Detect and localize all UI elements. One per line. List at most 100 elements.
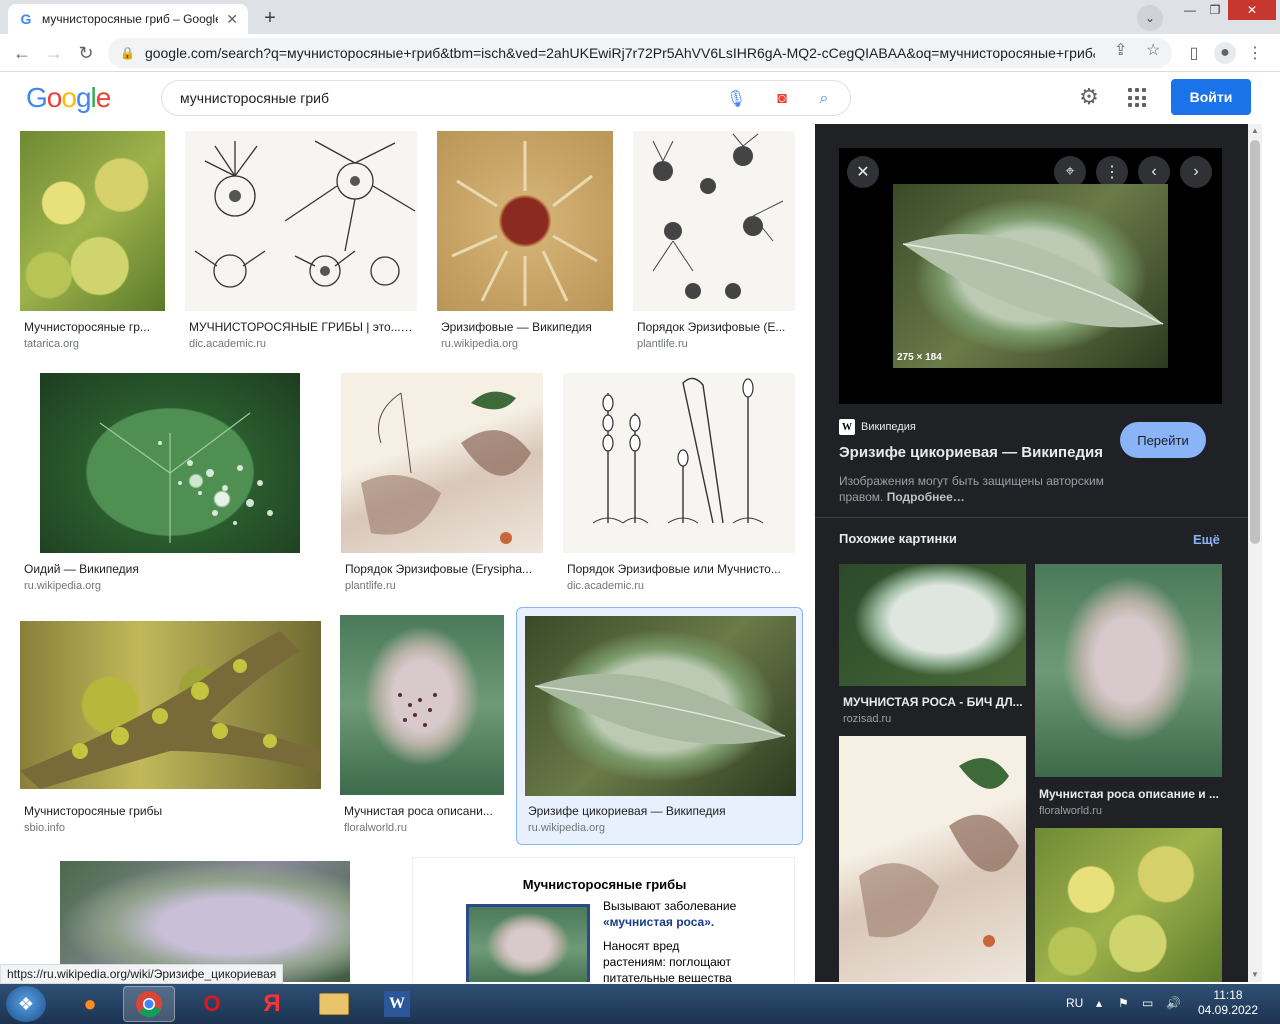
- mildew-spots-illustration: [398, 693, 437, 727]
- search-icon[interactable]: ⌕: [814, 89, 834, 109]
- search-box[interactable]: 🎙 ◙ ⌕: [161, 80, 851, 116]
- result-thumbnail[interactable]: [20, 621, 321, 789]
- copyright-text: Изображения могут быть защищены авторски…: [839, 474, 1104, 504]
- chrome-menu-icon[interactable]: ⋮: [1244, 42, 1266, 64]
- result-card[interactable]: Эризифовые — Википедия ru.wikipedia.org: [437, 131, 613, 356]
- similar-image[interactable]: [1035, 564, 1222, 777]
- url-text[interactable]: google.com/search?q=мучнисторосяные+гриб…: [145, 45, 1095, 61]
- similar-image[interactable]: [839, 736, 1026, 982]
- volume-icon[interactable]: 🔊: [1166, 996, 1181, 1010]
- sign-in-button[interactable]: Войти: [1171, 79, 1251, 115]
- result-thumbnail[interactable]: [340, 615, 504, 795]
- result-caption[interactable]: Порядок Эризифовые (Erysipha...: [345, 562, 539, 576]
- result-thumbnail[interactable]: [40, 373, 300, 553]
- firefox-icon[interactable]: ●: [64, 986, 116, 1022]
- share-icon[interactable]: ⇪: [1114, 40, 1127, 60]
- new-tab-button[interactable]: +: [256, 4, 284, 32]
- forward-arrow-icon[interactable]: →: [40, 39, 68, 67]
- action-center-flag-icon[interactable]: ⚑: [1118, 996, 1129, 1010]
- result-caption[interactable]: Мучнисторосяные грибы: [24, 804, 317, 818]
- result-thumbnail[interactable]: [20, 131, 165, 311]
- result-source: plantlife.ru: [637, 338, 688, 350]
- result-caption[interactable]: Порядок Эризифовые (E...: [637, 320, 791, 334]
- close-icon[interactable]: ✕: [847, 156, 879, 188]
- restore-button[interactable]: ❐: [1203, 0, 1227, 20]
- microphone-icon[interactable]: 🎙: [726, 89, 746, 109]
- browser-tab[interactable]: G мучнисторосяные гриб – Google ✕: [8, 4, 248, 34]
- more-similar-link[interactable]: Ещё: [1193, 532, 1220, 547]
- word-icon[interactable]: W: [371, 986, 423, 1022]
- result-thumbnail[interactable]: [525, 616, 796, 796]
- fungi-sketch-illustration: [652, 133, 784, 299]
- microscope-fruiting-body-illustration: [451, 141, 598, 306]
- tab-search-chevron-icon[interactable]: ⌄: [1137, 5, 1163, 31]
- language-indicator[interactable]: RU: [1066, 996, 1083, 1010]
- preview-image[interactable]: [893, 184, 1168, 368]
- similar-image[interactable]: [839, 564, 1026, 686]
- result-caption[interactable]: Оидий — Википедия: [24, 562, 317, 576]
- similar-source: floralworld.ru: [1039, 805, 1102, 817]
- reload-icon[interactable]: ↻: [72, 39, 100, 67]
- result-card[interactable]: МУЧНИСТОРОСЯНЫЕ ГРИБЫ | это... ... dic.a…: [185, 131, 417, 356]
- result-card[interactable]: Порядок Эризифовые (Erysipha... plantlif…: [341, 373, 543, 598]
- learn-more-link[interactable]: Подробнее…: [887, 490, 965, 504]
- scroll-down-arrow-icon[interactable]: ▼: [1248, 968, 1262, 982]
- result-card[interactable]: Мучнисторосяные грибы Вызывают заболеван…: [412, 857, 795, 982]
- result-card[interactable]: Оидий — Википедия ru.wikipedia.org: [20, 373, 321, 598]
- result-card[interactable]: Порядок Эризифовые или Мучнисто... dic.a…: [563, 373, 795, 598]
- result-caption[interactable]: Эризифе цикориевая — Википедия: [528, 804, 796, 818]
- file-explorer-icon[interactable]: [308, 986, 360, 1022]
- result-thumbnail[interactable]: [341, 373, 543, 553]
- scroll-thumb[interactable]: [1250, 140, 1260, 544]
- page-scrollbar[interactable]: ▲ ▼: [1248, 124, 1262, 982]
- conidia-chains-illustration: [592, 377, 764, 524]
- camera-lens-icon[interactable]: ◙: [772, 89, 792, 109]
- bookmark-star-icon[interactable]: ☆: [1146, 40, 1160, 60]
- result-caption[interactable]: Порядок Эризифовые или Мучнисто...: [567, 562, 791, 576]
- result-card[interactable]: Мучнисторосяные гр... tatarica.org: [20, 131, 165, 356]
- source-name[interactable]: Википедия: [861, 421, 916, 433]
- result-thumbnail[interactable]: [437, 131, 613, 311]
- start-button[interactable]: ❖: [6, 986, 46, 1022]
- result-thumbnail[interactable]: [633, 131, 795, 311]
- result-card[interactable]: Мучнисторосяные грибы sbio.info: [20, 615, 321, 840]
- result-thumbnail[interactable]: Мучнисторосяные грибы Вызывают заболеван…: [412, 857, 795, 982]
- result-caption[interactable]: Мучнистая роса описани...: [344, 804, 500, 818]
- settings-gear-icon[interactable]: ⚙: [1076, 84, 1102, 110]
- tray-expand-icon[interactable]: ▴: [1096, 996, 1102, 1010]
- result-caption[interactable]: Мучнисторосяные гр...: [24, 320, 161, 334]
- chrome-icon[interactable]: [123, 986, 175, 1022]
- logo-letter: o: [46, 82, 63, 113]
- address-bar[interactable]: 🔒 google.com/search?q=мучнисторосяные+гр…: [108, 38, 1172, 68]
- google-apps-icon[interactable]: [1128, 88, 1148, 108]
- similar-caption[interactable]: Мучнистая роса описание и ...: [1039, 787, 1219, 801]
- similar-caption[interactable]: МУЧНИСТАЯ РОСА - БИЧ ДЛ...: [843, 695, 1023, 709]
- google-logo[interactable]: Google: [26, 82, 111, 114]
- lock-icon[interactable]: 🔒: [120, 46, 135, 60]
- close-window-button[interactable]: ✕: [1228, 0, 1276, 20]
- network-icon[interactable]: ▭: [1142, 996, 1153, 1010]
- back-arrow-icon[interactable]: ←: [8, 39, 36, 67]
- result-thumbnail[interactable]: [563, 373, 795, 553]
- yandex-browser-icon[interactable]: Я: [246, 986, 298, 1022]
- visit-button[interactable]: Перейти: [1120, 422, 1206, 458]
- preview-title[interactable]: Эризифе цикориевая — Википедия: [839, 444, 1103, 461]
- result-thumbnail[interactable]: [185, 131, 417, 311]
- minimize-button[interactable]: —: [1178, 0, 1202, 20]
- search-input[interactable]: [180, 90, 700, 106]
- system-clock[interactable]: 11:18 04.09.2022: [1197, 988, 1259, 1018]
- chevron-right-icon[interactable]: ›: [1180, 156, 1212, 188]
- result-caption[interactable]: Эризифовые — Википедия: [441, 320, 609, 334]
- profile-avatar-icon[interactable]: ●: [1214, 42, 1236, 64]
- google-favicon-icon: G: [20, 11, 32, 27]
- side-panel-icon[interactable]: ▯: [1183, 42, 1205, 64]
- scroll-up-arrow-icon[interactable]: ▲: [1248, 124, 1262, 138]
- close-tab-icon[interactable]: ✕: [226, 11, 238, 28]
- result-caption[interactable]: МУЧНИСТОРОСЯНЫЕ ГРИБЫ | это... ...: [189, 320, 413, 334]
- similar-image[interactable]: [1035, 828, 1222, 982]
- result-card[interactable]: Порядок Эризифовые (E... plantlife.ru: [633, 131, 795, 356]
- result-card-selected[interactable]: Эризифе цикориевая — Википедия ru.wikipe…: [516, 607, 803, 845]
- opera-icon[interactable]: O: [186, 986, 238, 1022]
- tab-title: мучнисторосяные гриб – Google: [42, 12, 219, 26]
- result-card[interactable]: Мучнистая роса описани... floralworld.ru: [340, 615, 504, 840]
